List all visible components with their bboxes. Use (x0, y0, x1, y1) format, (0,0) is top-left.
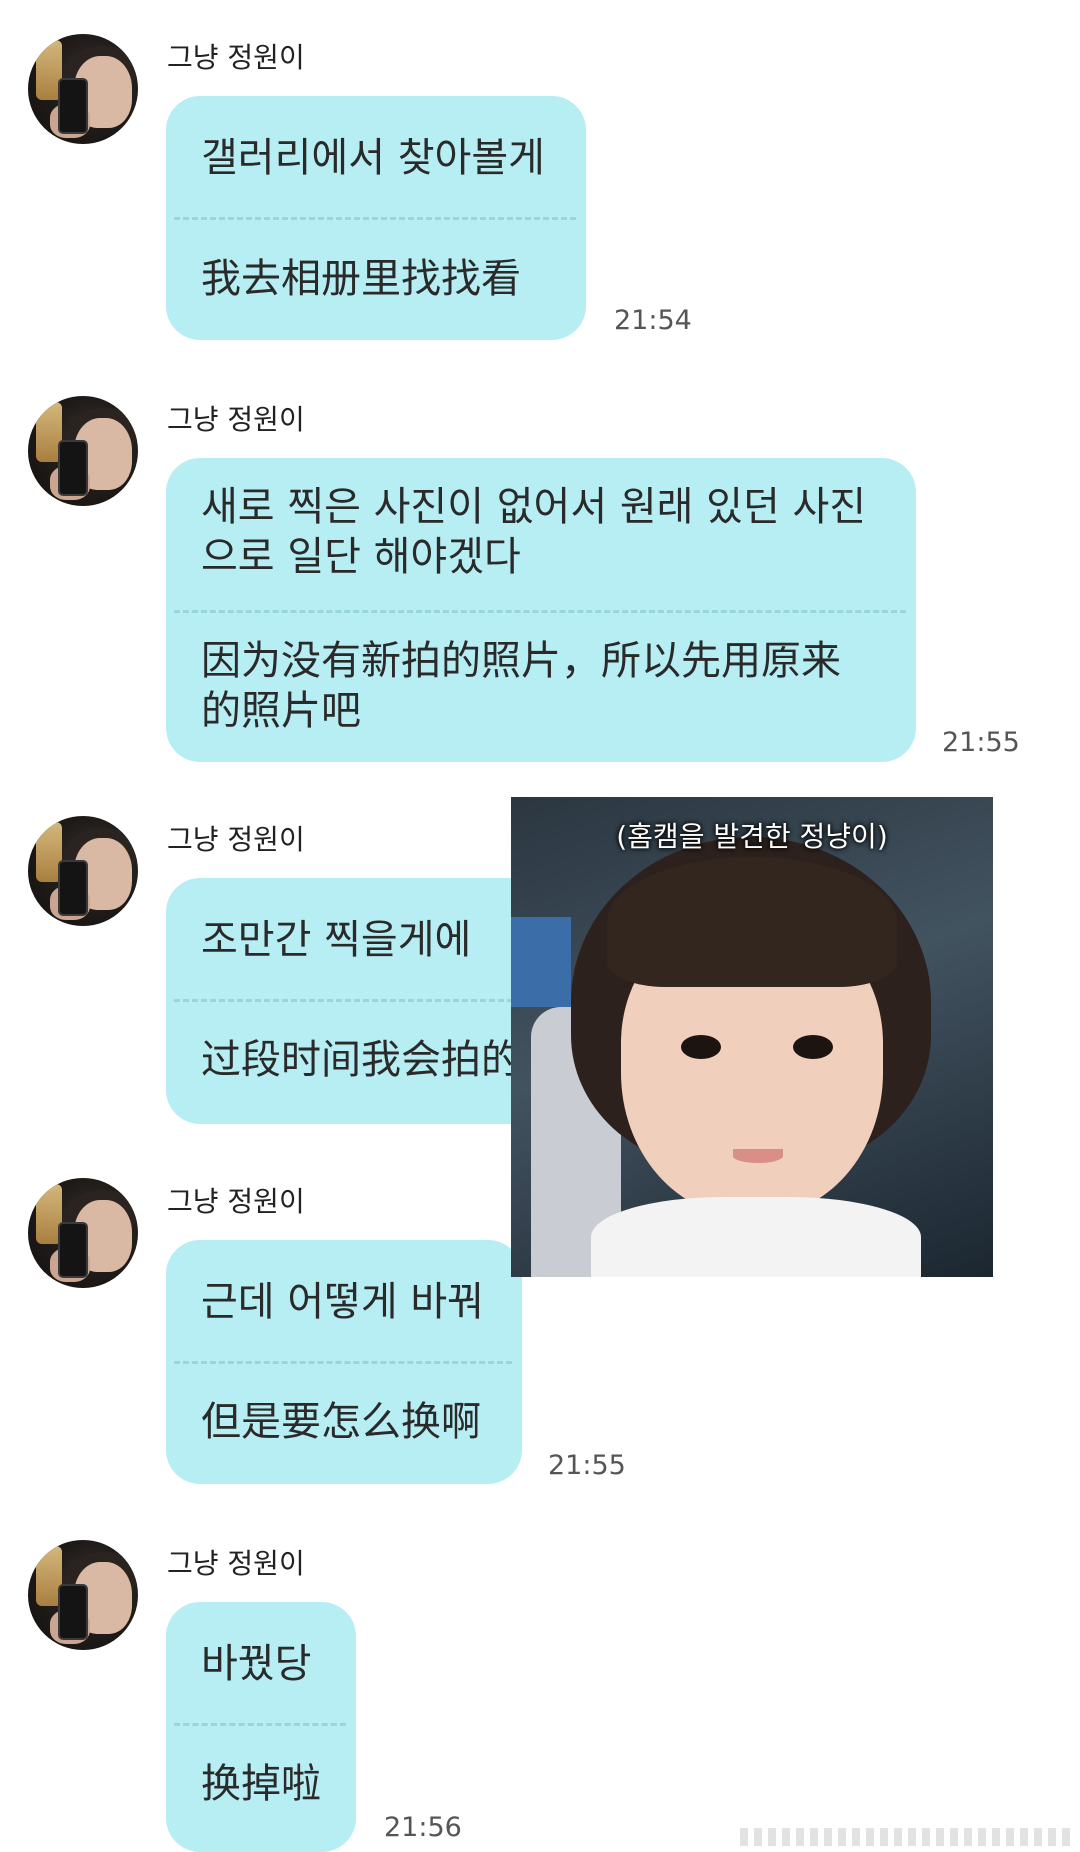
message-time: 21:55 (548, 1450, 626, 1481)
message-text-chinese: 过段时间我会拍的 (201, 1037, 521, 1083)
message-text-chinese: 我去相册里找找看 (201, 256, 521, 302)
sender-name: 그냥 정원이 (167, 41, 305, 74)
message-text-korean: 근데 어떻게 바꿔 (201, 1279, 485, 1325)
sticker-eye-right (793, 1035, 833, 1059)
avatar-phone (58, 1222, 88, 1278)
translation-divider (174, 1723, 346, 1726)
sticker-caption: (홈캠을 발견한 정냥이) (616, 820, 888, 853)
message-bubble[interactable]: 근데 어떻게 바꿔 但是要怎么换啊 (166, 1240, 522, 1484)
message-bubble[interactable]: 바꿨당 换掉啦 (166, 1602, 356, 1852)
sticker-eye-left (681, 1035, 721, 1059)
watermark (740, 1828, 1070, 1846)
avatar[interactable] (28, 1178, 138, 1288)
sticker-image[interactable]: (홈캠을 발견한 정냥이) (511, 797, 993, 1277)
sticker-background-sign (511, 917, 571, 1007)
avatar-phone (58, 1584, 88, 1640)
message-text-korean: 갤러리에서 찾아볼게 (201, 135, 545, 181)
avatar[interactable] (28, 1540, 138, 1650)
translation-divider (174, 610, 906, 613)
message-bubble[interactable]: 새로 찍은 사진이 없어서 원래 있던 사진 으로 일단 해야겠다 因为没有新拍… (166, 458, 916, 762)
sender-name: 그냥 정원이 (167, 403, 305, 436)
message-text-korean: 새로 찍은 사진이 없어서 원래 있던 사진 으로 일단 해야겠다 (201, 484, 867, 580)
translation-divider (174, 217, 576, 220)
sticker-shirt (591, 1197, 921, 1277)
message-text-chinese: 因为没有新拍的照片，所以先用原来 的照片吧 (201, 638, 841, 734)
message-text-chinese: 换掉啦 (201, 1761, 321, 1807)
avatar-phone (58, 440, 88, 496)
avatar[interactable] (28, 396, 138, 506)
message-time: 21:55 (942, 727, 1020, 758)
sender-name: 그냥 정원이 (167, 1185, 305, 1218)
avatar-phone (58, 860, 88, 916)
message-text-korean: 바꿨당 (201, 1641, 312, 1687)
sender-name: 그냥 정원이 (167, 823, 305, 856)
sender-name: 그냥 정원이 (167, 1547, 305, 1580)
avatar-phone (58, 78, 88, 134)
message-text-chinese: 但是要怎么换啊 (201, 1399, 481, 1445)
sticker-fringe (607, 857, 897, 987)
message-time: 21:56 (384, 1812, 462, 1843)
avatar[interactable] (28, 816, 138, 926)
avatar[interactable] (28, 34, 138, 144)
sticker-mouth (733, 1149, 783, 1163)
translation-divider (174, 1361, 512, 1364)
message-time: 21:54 (614, 305, 692, 336)
message-bubble[interactable]: 갤러리에서 찾아볼게 我去相册里找找看 (166, 96, 586, 340)
